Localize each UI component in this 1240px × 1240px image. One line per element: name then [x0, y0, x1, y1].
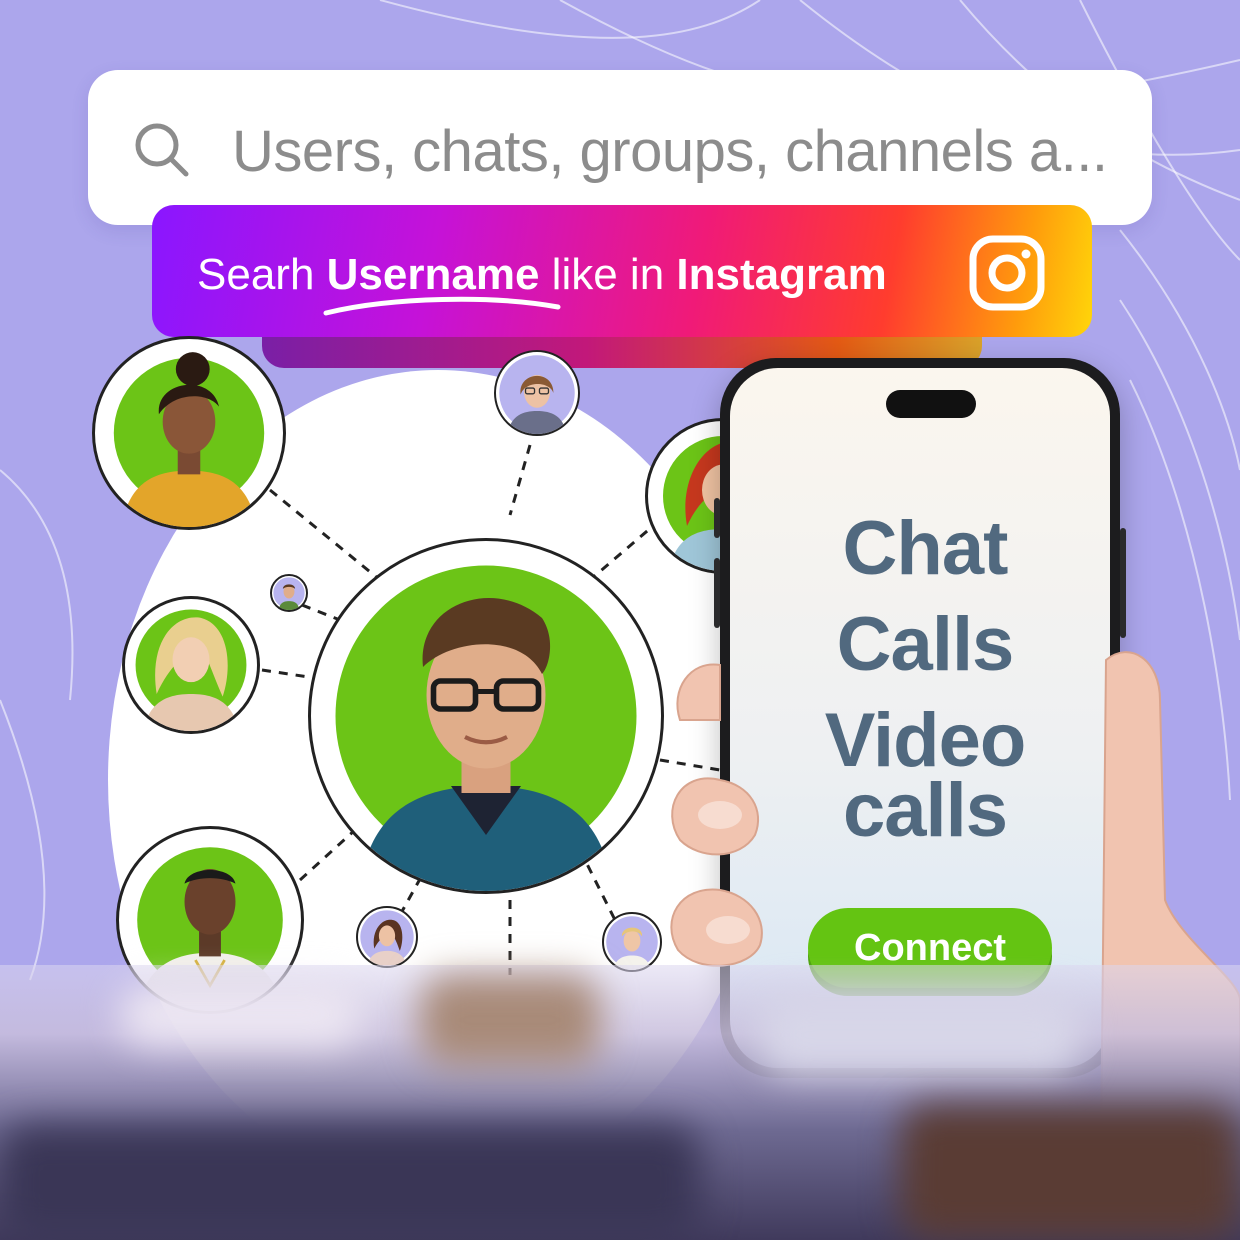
phone-side-button [714, 498, 720, 538]
avatar-woman-small-bottom[interactable] [356, 906, 418, 968]
phone-screen: Chat Calls Video calls Connect [730, 368, 1110, 1068]
avatar-main-man-glasses[interactable] [308, 538, 664, 894]
avatar-woman-blonde[interactable] [122, 596, 260, 734]
avatar-woman-yellow-jacket[interactable] [92, 336, 286, 530]
blurred-foreground [0, 965, 1240, 1240]
avatar-man-tiny[interactable] [270, 574, 308, 612]
phone-notch [886, 390, 976, 418]
feature-video-calls: calls [842, 768, 1008, 853]
phone-side-button [1120, 528, 1126, 638]
avatar-woman-glasses-small[interactable] [494, 350, 580, 436]
avatar-man-blonde-small[interactable] [602, 912, 662, 972]
feature-calls: Calls [836, 602, 1015, 687]
feature-chat: Chat [842, 506, 1009, 591]
phone-side-button [714, 558, 720, 628]
